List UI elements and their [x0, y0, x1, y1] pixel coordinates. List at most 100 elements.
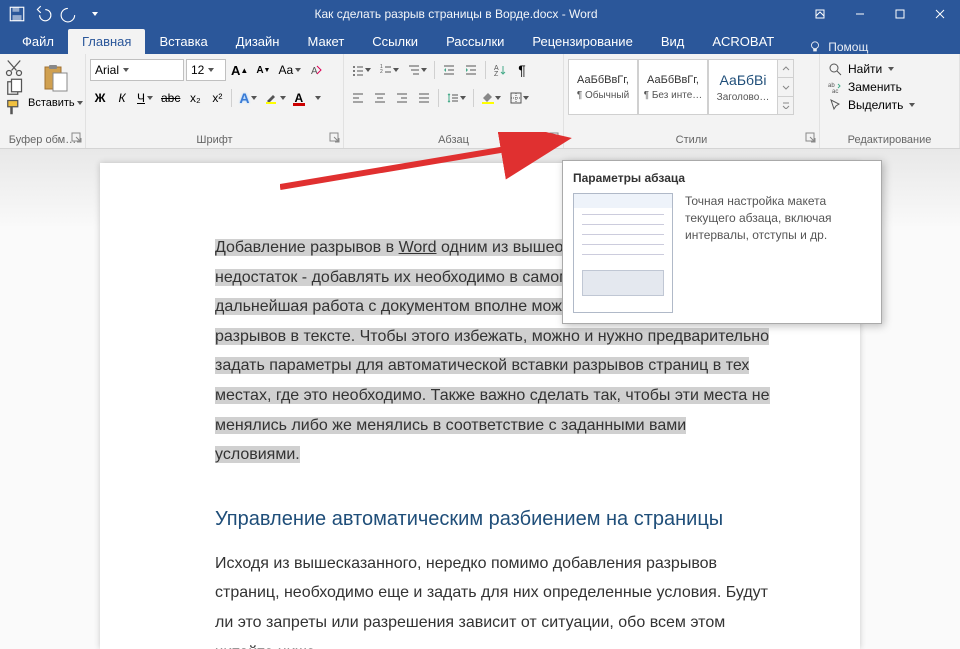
redo-icon[interactable] — [60, 5, 78, 23]
qat-dropdown-icon[interactable] — [86, 5, 104, 23]
separator — [485, 61, 486, 79]
cursor-icon — [828, 98, 842, 112]
font-name-combo[interactable]: Arial — [90, 59, 184, 81]
shrink-font-button[interactable]: A▼ — [253, 59, 273, 81]
tab-home[interactable]: Главная — [68, 29, 145, 54]
tab-review[interactable]: Рецензирование — [518, 29, 646, 54]
styles-scroll-down[interactable] — [778, 78, 793, 96]
heading-2[interactable]: Управление автоматическим разбиением на … — [215, 508, 770, 531]
font-launcher[interactable] — [329, 132, 341, 144]
sort-button[interactable]: AZ — [490, 59, 510, 81]
align-left-button[interactable] — [348, 87, 368, 109]
strikethrough-button[interactable]: abc — [158, 87, 183, 109]
paragraph-2[interactable]: Исходя из вышесказанного, нередко помимо… — [215, 549, 770, 649]
styles-expand[interactable] — [778, 97, 793, 114]
borders-button[interactable] — [506, 87, 532, 109]
style-name: ¶ Без инте… — [644, 90, 703, 101]
minimize-button[interactable] — [840, 0, 880, 28]
separator — [438, 89, 439, 107]
window-controls — [800, 0, 960, 28]
tell-me-search[interactable]: Помощ — [808, 40, 868, 54]
group-font: Arial 12 A▲ A▼ Aa A Ж К Ч abc x₂ x² A — [86, 54, 344, 148]
tooltip-text: Точная настройка макета текущего абзаца,… — [685, 193, 871, 313]
line-spacing-button[interactable] — [443, 87, 469, 109]
style-preview: АаБбВвГг, — [647, 74, 699, 86]
increase-indent-button[interactable] — [461, 59, 481, 81]
align-center-button[interactable] — [370, 87, 390, 109]
copy-icon[interactable] — [4, 79, 24, 97]
cut-icon[interactable] — [4, 59, 24, 77]
group-label-paragraph: Абзац — [348, 132, 559, 148]
group-paragraph: 12 AZ ¶ — [344, 54, 564, 148]
tab-design[interactable]: Дизайн — [222, 29, 294, 54]
font-size-combo[interactable]: 12 — [186, 59, 226, 81]
tab-mailings[interactable]: Рассылки — [432, 29, 518, 54]
group-editing: Найти abac Заменить Выделить Редактирова… — [820, 54, 960, 148]
search-icon — [828, 62, 842, 76]
ribbon-display-options[interactable] — [800, 0, 840, 28]
style-name: ¶ Обычный — [577, 90, 629, 101]
numbering-button[interactable]: 12 — [376, 59, 402, 81]
highlight-button[interactable] — [262, 87, 289, 109]
close-button[interactable] — [920, 0, 960, 28]
tab-layout[interactable]: Макет — [293, 29, 358, 54]
style-preview: АаБбВвГг, — [577, 74, 629, 86]
underline-button[interactable]: Ч — [134, 87, 156, 109]
tab-view[interactable]: Вид — [647, 29, 699, 54]
styles-gallery: АаБбВвГг, ¶ Обычный АаБбВвГг, ¶ Без инте… — [568, 59, 794, 115]
text-word-underlined: Word — [399, 239, 437, 256]
styles-launcher[interactable] — [805, 132, 817, 144]
group-styles: АаБбВвГг, ¶ Обычный АаБбВвГг, ¶ Без инте… — [564, 54, 820, 148]
ribbon-tabs: Файл Главная Вставка Дизайн Макет Ссылки… — [0, 28, 960, 54]
change-case-button[interactable]: Aa — [275, 59, 304, 81]
superscript-button[interactable]: x² — [207, 87, 227, 109]
grow-font-button[interactable]: A▲ — [228, 59, 251, 81]
subscript-button[interactable]: x₂ — [185, 87, 205, 109]
show-marks-button[interactable]: ¶ — [512, 59, 532, 81]
paragraph-settings-tooltip: Параметры абзаца Точная настройка макета… — [562, 160, 882, 324]
text-run: Добавление разрывов в — [215, 239, 399, 256]
justify-button[interactable] — [414, 87, 434, 109]
replace-button[interactable]: abac Заменить — [824, 79, 919, 95]
font-color-button[interactable]: A — [291, 87, 324, 109]
text-run: недостаток - добавлять их необходимо в с… — [215, 269, 591, 286]
align-right-button[interactable] — [392, 87, 412, 109]
tab-file[interactable]: Файл — [8, 29, 68, 54]
style-no-spacing[interactable]: АаБбВвГг, ¶ Без инте… — [638, 59, 708, 115]
tab-references[interactable]: Ссылки — [358, 29, 432, 54]
format-painter-icon[interactable] — [4, 99, 24, 117]
style-normal[interactable]: АаБбВвГг, ¶ Обычный — [568, 59, 638, 115]
multilevel-list-button[interactable] — [404, 59, 430, 81]
save-icon[interactable] — [8, 5, 26, 23]
undo-icon[interactable] — [34, 5, 52, 23]
select-label: Выделить — [848, 98, 903, 112]
chevron-down-icon — [909, 103, 915, 107]
font-size-value: 12 — [191, 63, 204, 77]
bold-button[interactable]: Ж — [90, 87, 110, 109]
paste-button[interactable]: Вставить — [28, 59, 83, 109]
group-label-styles: Стили — [568, 132, 815, 148]
select-button[interactable]: Выделить — [824, 97, 919, 113]
style-heading[interactable]: АаБбВі Заголово… — [708, 59, 778, 115]
find-label: Найти — [848, 62, 882, 76]
chevron-down-icon — [888, 67, 894, 71]
replace-icon: abac — [828, 80, 842, 94]
clipboard-launcher[interactable] — [71, 132, 83, 144]
maximize-button[interactable] — [880, 0, 920, 28]
paragraph-launcher[interactable] — [549, 132, 561, 144]
styles-scroll-up[interactable] — [778, 60, 793, 78]
chevron-down-icon — [123, 68, 129, 72]
shading-button[interactable] — [478, 87, 504, 109]
tab-acrobat[interactable]: ACROBAT — [698, 29, 788, 54]
find-button[interactable]: Найти — [824, 61, 919, 77]
italic-button[interactable]: К — [112, 87, 132, 109]
tab-insert[interactable]: Вставка — [145, 29, 221, 54]
group-label-font: Шрифт — [90, 132, 339, 148]
bullets-button[interactable] — [348, 59, 374, 81]
separator — [434, 61, 435, 79]
replace-label: Заменить — [848, 80, 902, 94]
text-effects-button[interactable]: A — [236, 87, 260, 109]
clear-formatting-button[interactable]: A — [306, 59, 326, 81]
svg-text:2: 2 — [380, 69, 383, 75]
decrease-indent-button[interactable] — [439, 59, 459, 81]
